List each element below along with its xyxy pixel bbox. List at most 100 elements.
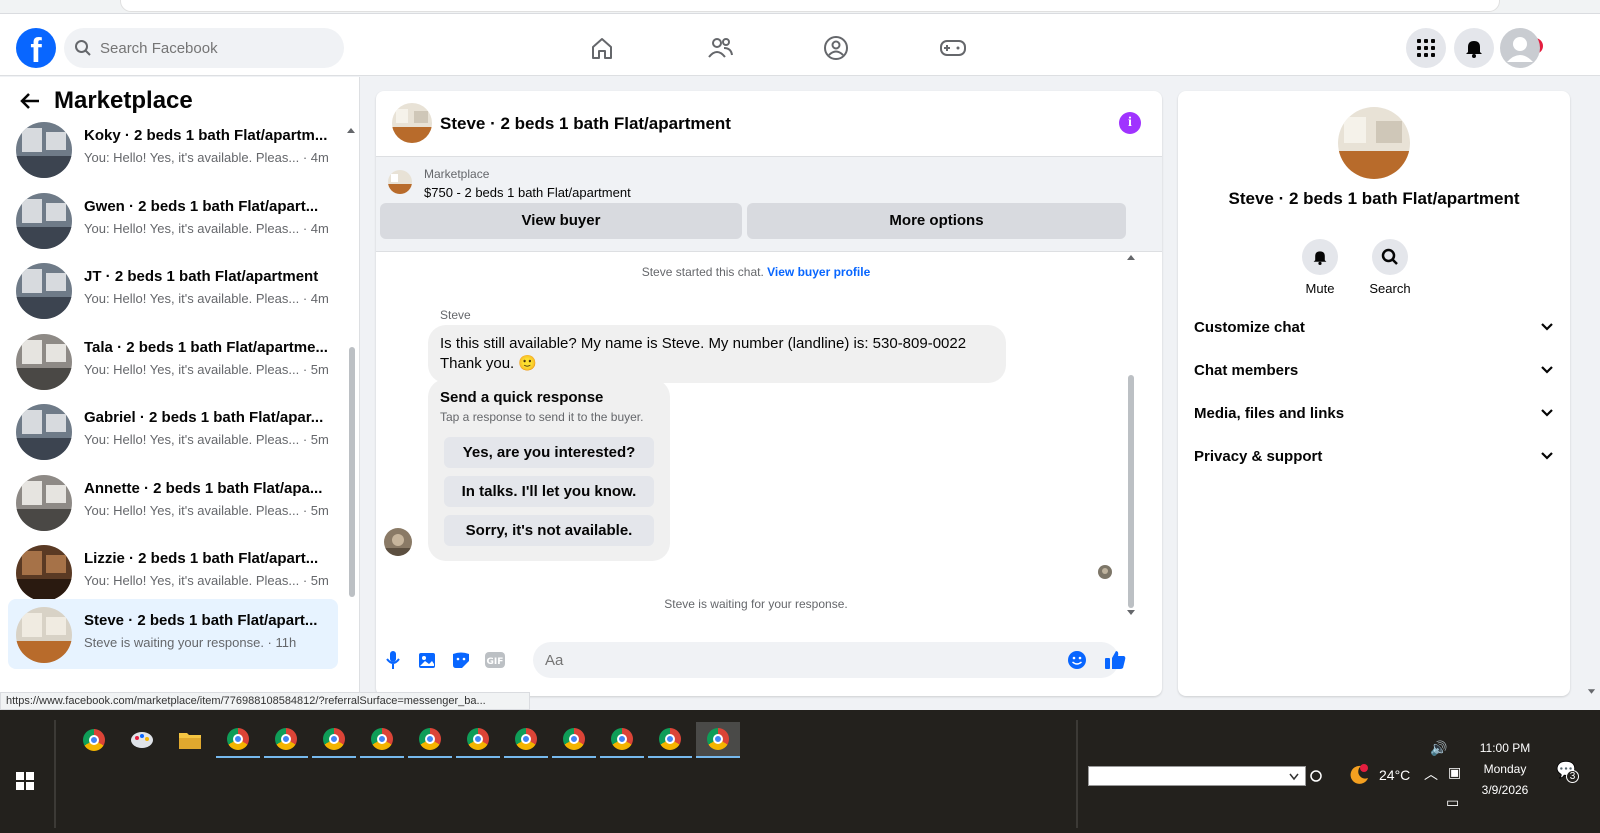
conversation-preview: Steve is waiting your response. · 11h [84, 635, 297, 650]
chrome-app-icon[interactable] [264, 722, 308, 758]
chat-members-section[interactable]: Chat members [1194, 350, 1554, 390]
chat-scroll-up-icon[interactable] [1126, 253, 1136, 261]
chrome-app-icon[interactable] [312, 722, 356, 758]
preview-text: You: Hello! Yes, it's available. Pleas..… [84, 573, 300, 588]
clock[interactable]: 11:00 PM Monday 3/9/2026 [1470, 738, 1540, 801]
page-scrollbar[interactable] [1587, 60, 1596, 700]
notification-center-icon[interactable]: 💬 3 [1556, 760, 1579, 783]
conversation-item[interactable]: Koky · 2 beds 1 bath Flat/apartm... You: … [8, 114, 338, 184]
quick-reply-yes[interactable]: Yes, are you interested? [444, 437, 654, 468]
chat-started-text: Steve started this chat. [641, 265, 764, 279]
sender-avatar[interactable] [384, 528, 412, 556]
chrome-app-icon[interactable] [72, 722, 116, 758]
preview-text: You: Hello! Yes, it's available. Pleas..… [84, 221, 300, 236]
chat-avatar[interactable] [392, 103, 432, 143]
thumbs-up-icon[interactable] [1104, 649, 1126, 671]
conversation-item[interactable]: Annette · 2 beds 1 bath Flat/apa... You: … [8, 467, 338, 537]
chrome-icon [419, 728, 441, 750]
view-buyer-button[interactable]: View buyer [380, 203, 742, 239]
search-input[interactable] [100, 28, 330, 68]
paint-app-icon[interactable] [120, 722, 164, 758]
microphone-icon[interactable] [382, 649, 404, 671]
chrome-icon [323, 728, 345, 750]
weather-widget[interactable]: 24°C [1347, 764, 1410, 786]
file-explorer-icon[interactable] [168, 722, 212, 758]
sidebar-scroll-thumb[interactable] [349, 347, 355, 597]
chevron-down-icon [1541, 452, 1553, 460]
conversation-item[interactable]: Steve · 2 beds 1 bath Flat/apart... Steve… [8, 599, 338, 669]
search-in-chat-icon[interactable] [1372, 239, 1408, 275]
page-scroll-down-icon[interactable] [1587, 688, 1596, 696]
windows-start-icon[interactable] [16, 772, 34, 790]
conversation-thumbnail [16, 193, 72, 249]
quick-response-title: Send a quick response [440, 389, 604, 406]
sticker-icon[interactable] [450, 649, 472, 671]
network-icon[interactable]: ▭ [1446, 794, 1459, 811]
chevron-up-icon[interactable]: ︿ [1424, 764, 1438, 784]
preview-text: You: Hello! Yes, it's available. Pleas..… [84, 432, 300, 447]
chrome-app-icon[interactable] [408, 722, 452, 758]
waiting-status: Steve is waiting for your response. [664, 597, 848, 611]
chrome-app-icon[interactable] [360, 722, 404, 758]
dropdown-icon[interactable] [1289, 773, 1299, 781]
chat-panel: Steve · 2 beds 1 bath Flat/apartment i M… [376, 91, 1162, 696]
media-files-links-section[interactable]: Media, files and links [1194, 393, 1554, 433]
back-arrow-icon[interactable] [20, 92, 40, 110]
privacy-support-section[interactable]: Privacy & support [1194, 436, 1554, 476]
refresh-icon[interactable] [1309, 769, 1323, 783]
menu-grid-icon[interactable] [1406, 28, 1446, 68]
chrome-app-icon[interactable] [216, 722, 260, 758]
chrome-app-icon[interactable] [696, 722, 740, 758]
friends-icon[interactable] [700, 32, 740, 64]
message-input[interactable] [533, 642, 1119, 678]
preview-time: 5m [310, 362, 329, 377]
notifications-bell-icon[interactable] [1454, 28, 1494, 68]
preview-text: You: Hello! Yes, it's available. Pleas..… [84, 291, 300, 306]
address-bar[interactable] [120, 0, 1500, 12]
chat-scroll-thumb[interactable] [1128, 375, 1134, 608]
taskbar-separator [54, 720, 56, 828]
taskbar-address-box[interactable] [1088, 766, 1306, 786]
chat-scroll-down-icon[interactable] [1126, 609, 1136, 617]
conversation-item[interactable]: Gwen · 2 beds 1 bath Flat/apart... You: H… [8, 185, 338, 255]
conversation-item[interactable]: Gabriel · 2 beds 1 bath Flat/apar... You:… [8, 396, 338, 466]
gaming-icon[interactable] [933, 32, 973, 64]
marketplace-label: Marketplace [424, 167, 490, 181]
home-icon[interactable] [582, 32, 622, 64]
conversation-preview: You: Hello! Yes, it's available. Pleas..… [84, 432, 329, 447]
chrome-app-icon[interactable] [648, 722, 692, 758]
emoji-icon[interactable] [1066, 649, 1088, 671]
gif-icon[interactable]: GIF [484, 649, 506, 671]
customize-chat-section[interactable]: Customize chat [1194, 307, 1554, 347]
conversation-item[interactable]: JT · 2 beds 1 bath Flat/apartment You: He… [8, 255, 338, 325]
facebook-logo[interactable]: f [16, 28, 56, 68]
conversation-item[interactable]: Tala · 2 beds 1 bath Flat/apartme... You:… [8, 326, 338, 396]
mute-action[interactable]: Mute [1290, 239, 1350, 296]
scroll-up-icon[interactable] [346, 126, 356, 134]
chrome-app-icon[interactable] [600, 722, 644, 758]
mute-bell-icon[interactable] [1302, 239, 1338, 275]
quick-reply-in-talks[interactable]: In talks. I'll let you know. [444, 476, 654, 507]
listing-title[interactable]: $750 - 2 beds 1 bath Flat/apartment [424, 185, 631, 200]
chrome-app-icon[interactable] [504, 722, 548, 758]
info-icon[interactable]: i [1119, 112, 1141, 134]
search-box[interactable] [64, 28, 344, 68]
view-buyer-profile-link[interactable]: View buyer profile [767, 265, 870, 279]
message-composer: GIF [376, 629, 1162, 691]
listing-thumbnail[interactable] [388, 170, 412, 194]
photo-icon[interactable] [416, 649, 438, 671]
quick-response-subtitle: Tap a response to send it to the buyer. [440, 410, 644, 424]
details-avatar[interactable] [1338, 107, 1410, 179]
conversation-item[interactable]: Lizzie · 2 beds 1 bath Flat/apart... You:… [8, 537, 338, 607]
search-action[interactable]: Search [1360, 239, 1420, 296]
groups-icon[interactable] [816, 32, 856, 64]
volume-icon[interactable]: 🔊 [1430, 740, 1447, 757]
quick-reply-not-available[interactable]: Sorry, it's not available. [444, 515, 654, 546]
profile-avatar[interactable] [1500, 28, 1540, 68]
meet-icon[interactable]: ▣ [1448, 764, 1461, 781]
chrome-app-icon[interactable] [456, 722, 500, 758]
more-options-button[interactable]: More options [747, 203, 1126, 239]
quick-response-box: Send a quick response Tap a response to … [428, 379, 670, 561]
chrome-app-icon[interactable] [552, 722, 596, 758]
taskbar-separator [1076, 720, 1078, 828]
